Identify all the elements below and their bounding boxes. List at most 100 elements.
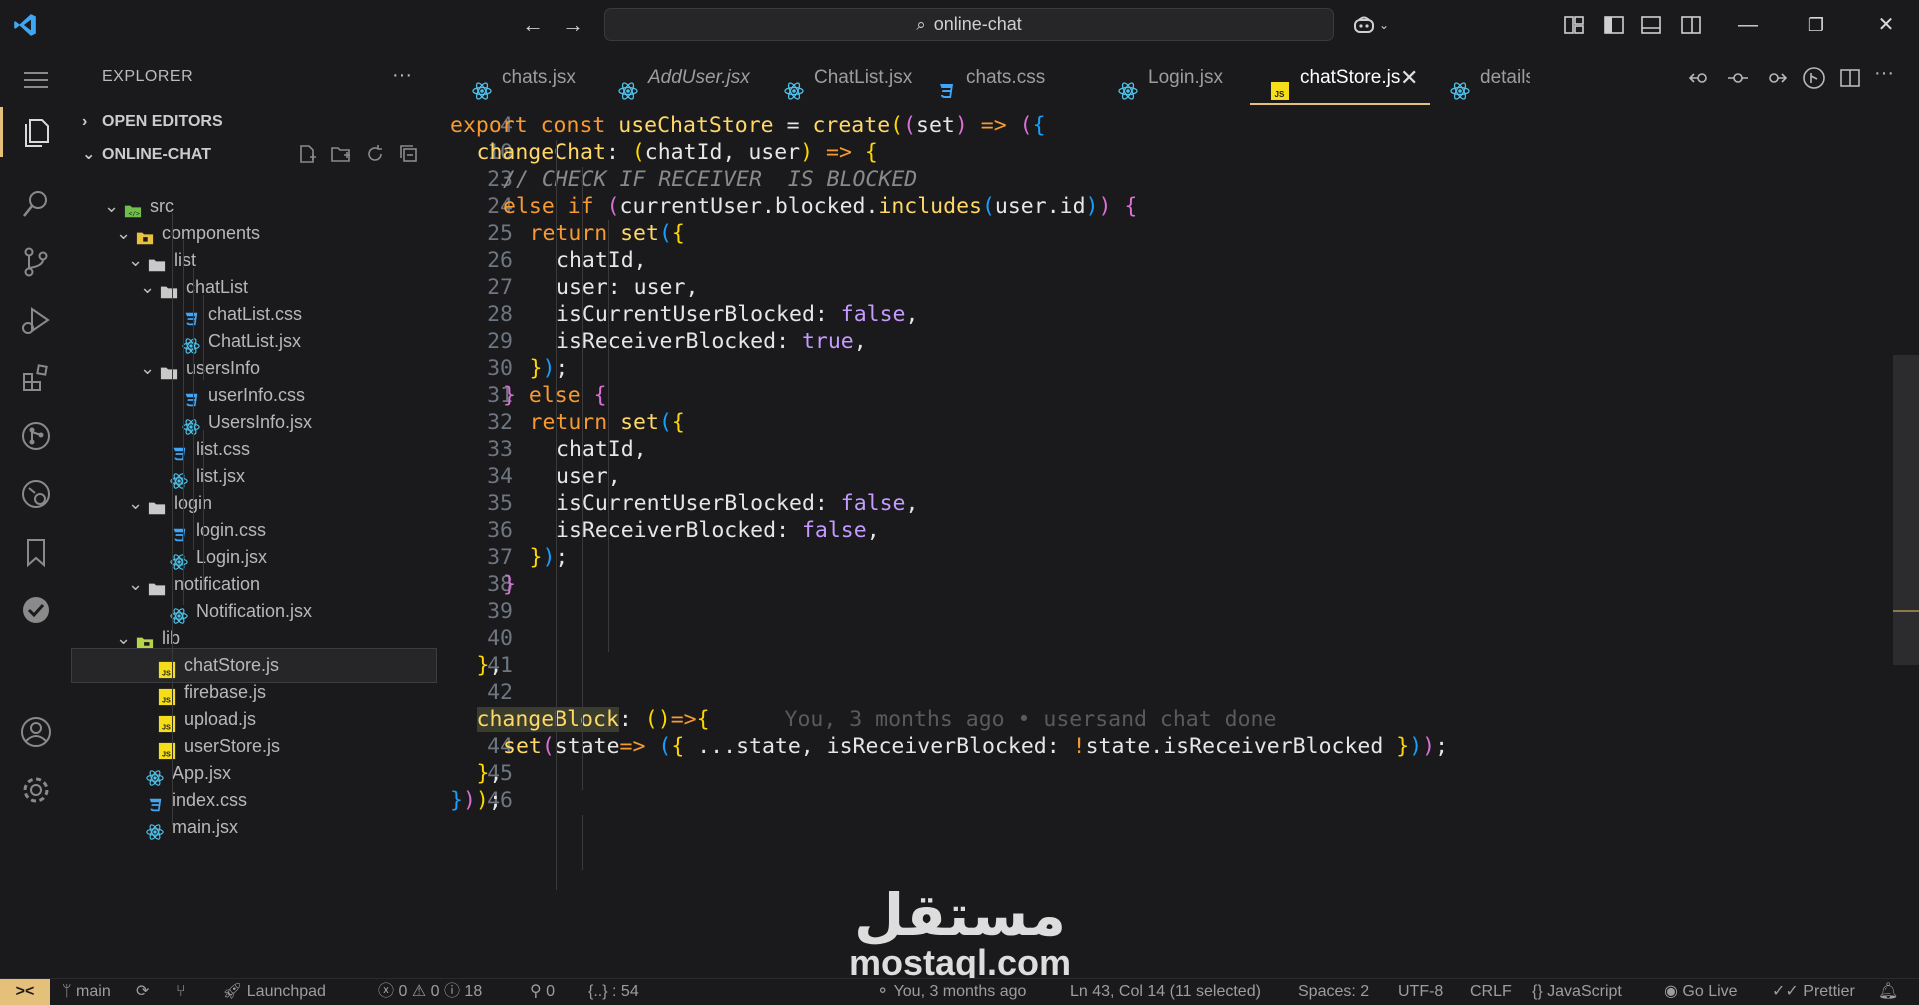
js-file-icon: JS [158, 657, 176, 679]
tab-chatlist-jsx[interactable]: ChatList.jsx [764, 50, 912, 105]
git-graph-icon[interactable] [18, 418, 54, 454]
open-changes-icon[interactable] [1688, 66, 1712, 90]
vscode-logo-icon[interactable] [12, 12, 38, 38]
notifications-bell-icon[interactable]: 🔔︎ [1878, 979, 1898, 1005]
code-line[interactable]: chatId, [556, 248, 647, 273]
forward-arrow-icon[interactable]: → [560, 12, 586, 38]
code-line[interactable]: else if (currentUser.blocked.includes(us… [503, 194, 1137, 219]
code-line[interactable]: }); [530, 356, 569, 381]
code-token: } [476, 761, 490, 786]
indentation-status[interactable]: Spaces: 2 [1298, 979, 1369, 1005]
toggle-panel-icon[interactable] [1640, 14, 1662, 36]
new-folder-icon[interactable] [330, 143, 352, 165]
blame-label: You, 3 months ago [893, 983, 1027, 1000]
minimize-icon[interactable]: — [1733, 10, 1763, 40]
code-line[interactable]: }, [477, 761, 503, 786]
code-token: ( [890, 113, 904, 138]
git-lens-icon[interactable] [1802, 66, 1826, 90]
eol-status[interactable]: CRLF [1470, 979, 1512, 1005]
code-line[interactable]: isCurrentUserBlocked: false, [556, 302, 918, 327]
sync-icon[interactable]: ⟳ [136, 979, 149, 1005]
react-file-icon [182, 414, 200, 435]
code-line[interactable]: isReceiverBlocked: true, [556, 329, 867, 354]
tab-chatstore-js[interactable]: JS chatStore.js ✕ [1250, 50, 1430, 105]
open-editors-section[interactable]: › OPEN EDITORS [72, 107, 438, 137]
code-token: currentUser.blocked. [619, 194, 879, 219]
code-line[interactable]: // CHECK IF RECEIVER IS BLOCKED [503, 167, 917, 192]
branch-status[interactable]: ᛘ main [62, 979, 111, 1005]
line-number: 36 [487, 518, 513, 543]
code-line[interactable]: }, [477, 653, 503, 678]
code-line[interactable]: })); [450, 788, 502, 813]
code-line[interactable]: chatId, [556, 437, 647, 462]
go-live-status[interactable]: ◉ Go Live [1664, 979, 1738, 1005]
code-line[interactable]: export const useChatStore = create((set)… [450, 113, 1046, 138]
chevron-down-icon: ⌄ [82, 146, 96, 163]
code-line[interactable]: changeChat: (chatId, user) => { [477, 140, 878, 165]
search-icon[interactable] [18, 186, 54, 222]
react-file-icon [182, 333, 200, 354]
code-line[interactable]: user: user, [556, 275, 698, 300]
ports-status[interactable]: ⚲ 0 [530, 979, 555, 1005]
next-change-icon[interactable] [1764, 66, 1788, 90]
tab-adduser-jsx[interactable]: AddUser.jsx [598, 50, 758, 105]
code-editor[interactable]: 4 export const useChatStore = create((set… [438, 105, 1919, 978]
git-graph-status-icon[interactable]: ⑂ [176, 979, 186, 1005]
blame-status[interactable]: ⚬ You, 3 months ago [876, 979, 1026, 1005]
tree-indent-guide [203, 295, 204, 380]
tab-label: AddUser.jsx [648, 67, 750, 88]
cursor-position[interactable]: Ln 43, Col 14 (11 selected) [1070, 979, 1261, 1005]
command-center-search[interactable]: ⌕ online-chat [604, 8, 1334, 41]
code-line[interactable]: changeBlock: ()=>{You, 3 months ago • us… [476, 707, 1276, 732]
encoding-status[interactable]: UTF-8 [1398, 979, 1443, 1005]
tab-chats-jsx[interactable]: chats.jsx [452, 50, 592, 105]
code-line[interactable]: isReceiverBlocked: false, [556, 518, 880, 543]
close-window-icon[interactable]: ✕ [1871, 10, 1901, 40]
new-file-icon[interactable] [296, 143, 318, 165]
code-line[interactable]: } else { [503, 383, 607, 408]
copilot-icon[interactable]: ⌄ [1353, 12, 1399, 38]
more-actions-icon[interactable]: ··· [392, 64, 412, 87]
menu-icon[interactable] [18, 62, 54, 98]
toggle-secondary-sidebar-icon[interactable] [1680, 14, 1702, 36]
braces-status[interactable]: {..} : 54 [588, 979, 639, 1005]
code-line[interactable]: isCurrentUserBlocked: false, [556, 491, 918, 516]
code-line[interactable]: }); [530, 545, 569, 570]
source-control-icon[interactable] [18, 244, 54, 280]
account-icon[interactable] [18, 714, 54, 750]
tab-chats-css[interactable]: chats.css [916, 50, 1086, 105]
tab-login-jsx[interactable]: Login.jsx [1098, 50, 1246, 105]
tab-details-jsx[interactable]: details.jsx [1430, 50, 1530, 105]
code-line[interactable]: user, [556, 464, 621, 489]
customize-layout-icon[interactable] [1563, 14, 1585, 36]
code-line[interactable]: } [503, 572, 516, 597]
scrollbar-thumb[interactable] [1893, 355, 1919, 665]
prettier-status[interactable]: ✓✓ Prettier [1772, 979, 1855, 1005]
css-file-icon [146, 792, 164, 812]
launchpad-status[interactable]: 🚀︎ Launchpad [222, 979, 326, 1005]
split-editor-icon[interactable] [1838, 66, 1862, 90]
info-icon: ⓘ [443, 983, 465, 1000]
collapse-all-icon[interactable] [398, 143, 420, 165]
restore-icon[interactable]: ❐ [1801, 10, 1831, 40]
project-section[interactable]: ⌄ ONLINE-CHAT [72, 140, 438, 170]
explorer-files-icon[interactable] [18, 114, 54, 150]
code-token: { [671, 410, 685, 435]
settings-gear-icon[interactable] [18, 772, 54, 808]
code-line[interactable]: set(state=> ({ ...state, isReceiverBlock… [503, 734, 1448, 759]
remote-explorer-icon[interactable] [18, 476, 54, 512]
testing-check-icon[interactable] [18, 592, 54, 628]
commit-graph-icon[interactable] [1726, 66, 1750, 90]
editor-more-actions-icon[interactable]: ··· [1874, 62, 1894, 85]
bookmarks-icon[interactable] [18, 534, 54, 570]
language-status[interactable]: {} JavaScript [1532, 979, 1622, 1005]
extensions-icon[interactable] [18, 360, 54, 396]
refresh-icon[interactable] [364, 143, 386, 165]
close-tab-icon[interactable]: ✕ [1400, 50, 1418, 106]
run-debug-icon[interactable] [18, 302, 54, 338]
toggle-primary-sidebar-icon[interactable] [1603, 14, 1625, 36]
remote-indicator[interactable]: >< [0, 979, 50, 1005]
back-arrow-icon[interactable]: ← [520, 12, 546, 38]
problems-status[interactable]: ⓧ 0 ⚠ 0 ⓘ 18 [378, 979, 482, 1005]
tree-item[interactable]: main.jsx [72, 811, 438, 844]
